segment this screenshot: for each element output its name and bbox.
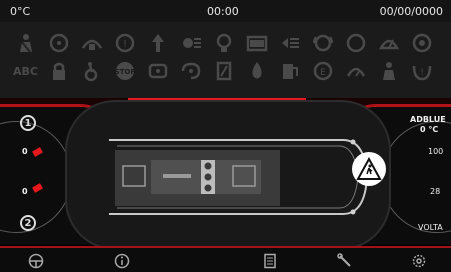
wiper-icon: [373, 30, 404, 56]
circuit-2-badge: 2: [20, 215, 36, 231]
svg-text:STOP: STOP: [114, 68, 135, 76]
right-scale-28: 28: [430, 187, 441, 196]
circuit-1-badge: 1: [20, 115, 36, 131]
wheelchair-icon: [76, 58, 107, 84]
checklist-icon[interactable]: [260, 252, 280, 270]
abc-label: ABC: [13, 64, 38, 78]
telltale-panel: ! ABC STOP E !: [0, 22, 451, 100]
left-gauge-arc: [0, 121, 72, 233]
bus-outline-icon: [109, 139, 369, 215]
tyre-icon: !: [109, 30, 140, 56]
circle-icon: [340, 30, 371, 56]
filter-icon: E: [307, 58, 338, 84]
cruise-icon: [340, 58, 371, 84]
info-icon[interactable]: [112, 252, 132, 270]
left-value-bottom: 0: [22, 187, 28, 196]
left-value-top: 0: [22, 147, 28, 156]
right-scale-100: 100: [428, 147, 444, 156]
svg-text:!: !: [122, 39, 126, 50]
fire-icon: [241, 58, 272, 84]
brake-pressure-icon: [76, 30, 107, 56]
date-display: 00/00/0000: [379, 5, 443, 18]
glow-plug-icon: [142, 30, 173, 56]
headlight-icon: [274, 30, 305, 56]
battery-icon: [241, 30, 272, 56]
oil-icon: [406, 30, 437, 56]
adblue-temperature: 0 °C: [420, 125, 439, 134]
lock-icon: [43, 58, 74, 84]
cluster-screen: 0°C 00:00 00/00/0000 ! ABC STOP E ! 1 0 …: [0, 0, 451, 272]
ecu-icon: [142, 58, 173, 84]
outside-temperature: 0°C: [10, 5, 31, 18]
engine-icon: [208, 30, 239, 56]
wrench-icon[interactable]: [335, 252, 355, 270]
driver-icon: [373, 58, 404, 84]
light-icon: [175, 30, 206, 56]
steering-warning-icon: [43, 30, 74, 56]
voltage-label: VOLTA: [418, 223, 443, 232]
telltale-row-2: ABC STOP E !: [10, 58, 450, 84]
stop-icon: STOP: [109, 58, 140, 84]
svg-text:!: !: [420, 68, 424, 78]
bottom-nav: [0, 246, 451, 272]
right-gauge-arc: [381, 121, 451, 233]
status-bar: 0°C 00:00 00/00/0000: [0, 0, 451, 22]
vehicle-view: [65, 100, 391, 250]
door-icon: [208, 58, 239, 84]
settings-icon[interactable]: [409, 252, 429, 270]
clock-time: 00:00: [207, 5, 239, 18]
telltale-row-1: !: [10, 30, 450, 56]
pedestrian-warning-icon: [352, 152, 386, 186]
brake-icon: [307, 30, 338, 56]
pressure-icon: [175, 58, 206, 84]
fuel-icon: [274, 58, 305, 84]
seatbelt-icon: [10, 30, 41, 56]
steering-wheel-icon[interactable]: [26, 252, 46, 270]
adblue-label: ADBLUE: [410, 115, 446, 124]
tyre-pressure-icon: !: [406, 58, 437, 84]
svg-text:E: E: [320, 68, 326, 78]
